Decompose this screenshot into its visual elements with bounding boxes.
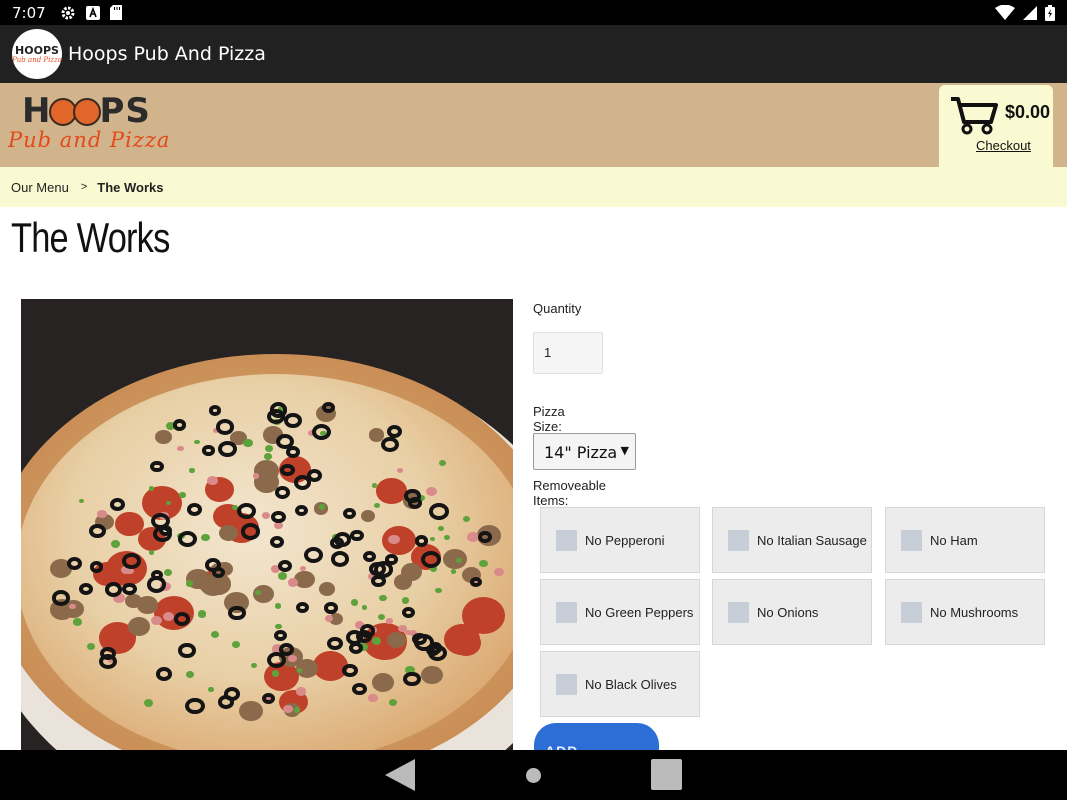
- app-logo: HOOPS Pub and Pizza: [12, 29, 62, 79]
- product-options-form: Quantity 1 Pizza Size: 14" Pizza ▼ Remov…: [533, 300, 636, 508]
- status-bar: 7:07: [0, 0, 1067, 25]
- wifi-icon: [995, 5, 1015, 20]
- shopping-cart-icon[interactable]: [949, 95, 999, 135]
- dropdown-caret-icon: ▼: [620, 444, 629, 457]
- status-time: 7:07: [12, 3, 46, 22]
- checkbox[interactable]: [556, 529, 577, 551]
- sd-card-icon: [109, 5, 122, 20]
- app-title: Hoops Pub And Pizza: [68, 43, 266, 65]
- breadcrumb-current: The Works: [97, 179, 164, 195]
- battery-icon: [1045, 4, 1055, 21]
- pizza-size-select[interactable]: 14" Pizza ▼: [533, 433, 636, 470]
- system-nav-bar: [0, 750, 1067, 800]
- text-a-icon: [85, 5, 100, 20]
- option-no-italian-sausage[interactable]: No Italian Sausage: [712, 507, 872, 573]
- site-header: H PS Pub and Pizza: [0, 83, 1067, 167]
- option-no-mushrooms[interactable]: No Mushrooms: [885, 579, 1045, 645]
- quantity-label: Quantity: [533, 301, 582, 316]
- product-image: [21, 299, 513, 750]
- breadcrumb: Our Menu > The Works: [0, 167, 1067, 207]
- settings-gear-icon: [61, 6, 75, 19]
- option-no-ham[interactable]: No Ham: [885, 507, 1045, 573]
- pizza-size-label: Pizza Size:: [533, 404, 565, 434]
- option-no-pepperoni[interactable]: No Pepperoni: [540, 507, 700, 573]
- option-no-onions[interactable]: No Onions: [712, 579, 872, 645]
- quantity-input[interactable]: 1: [533, 332, 603, 374]
- app-bar: HOOPS Pub and Pizza Hoops Pub And Pizza: [0, 25, 1067, 83]
- option-no-black-olives[interactable]: No Black Olives: [540, 651, 700, 717]
- cart-summary[interactable]: $0.00 Checkout: [939, 85, 1053, 168]
- page-title: The Works: [11, 214, 170, 261]
- checkout-link[interactable]: Checkout: [976, 138, 1031, 153]
- checkbox[interactable]: [556, 601, 577, 623]
- checkbox[interactable]: [901, 601, 922, 623]
- checkbox[interactable]: [728, 529, 749, 551]
- option-no-green-peppers[interactable]: No Green Peppers: [540, 579, 700, 645]
- breadcrumb-our-menu[interactable]: Our Menu: [11, 180, 69, 195]
- checkbox[interactable]: [728, 601, 749, 623]
- brand-logo[interactable]: H PS Pub and Pizza: [8, 93, 170, 151]
- cell-signal-icon: [1023, 5, 1037, 20]
- recent-apps-square-icon[interactable]: [651, 759, 682, 790]
- checkbox[interactable]: [556, 673, 577, 695]
- checkbox[interactable]: [901, 529, 922, 551]
- removeable-items-label: Removeable Items:: [533, 478, 606, 508]
- basketball-icon: [73, 98, 102, 126]
- home-circle-icon[interactable]: [526, 768, 541, 783]
- breadcrumb-separator: >: [80, 181, 88, 193]
- cart-total: $0.00: [1005, 102, 1051, 122]
- back-triangle-icon[interactable]: [385, 759, 415, 791]
